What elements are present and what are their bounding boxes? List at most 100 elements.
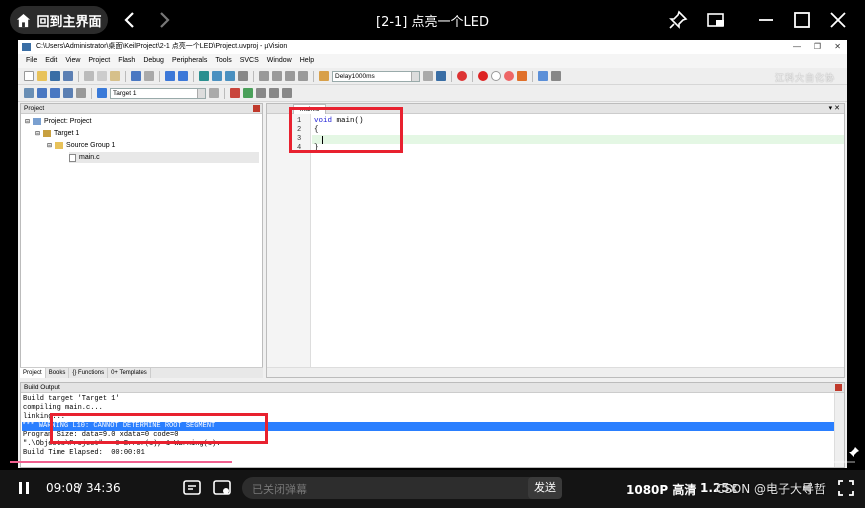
project-panel-tabs: Project Books {} Functions 0+ Templates <box>20 367 263 378</box>
target-combo-value: Target 1 <box>113 89 137 97</box>
pin-icon[interactable] <box>668 10 688 30</box>
annotation-box-code <box>289 107 403 153</box>
debug-start-icon <box>457 71 467 81</box>
tree-item-main-c: main.c <box>69 152 259 163</box>
cut-icon <box>84 71 94 81</box>
minimize-icon[interactable] <box>756 10 776 30</box>
target-dropdown-icon <box>197 88 205 98</box>
nav-back-icon <box>165 71 175 81</box>
undo-icon <box>131 71 141 81</box>
picture-in-picture-icon[interactable] <box>706 10 726 30</box>
manage-project-icon <box>230 88 240 98</box>
tab-books: Books <box>46 368 70 378</box>
menu-edit: Edit <box>45 57 58 64</box>
progress-fill <box>10 461 233 463</box>
toolbar-separator <box>224 87 225 99</box>
current-time: 09:08 <box>46 481 81 495</box>
build-output-header: Build Output <box>21 383 844 393</box>
ide-title-bar: C:\Users\Administrator\桌面\KeilProject\2-… <box>18 40 847 54</box>
project-panel-header: Project <box>21 104 262 114</box>
close-icon[interactable] <box>828 10 848 30</box>
tab-functions: {} Functions <box>69 368 109 378</box>
combo-dropdown-icon <box>411 71 419 81</box>
window-layout-icon <box>538 71 548 81</box>
c-file-icon <box>69 153 76 162</box>
toolbar-separator <box>472 70 473 82</box>
download-icon <box>97 88 107 98</box>
save-all-icon <box>63 71 73 81</box>
tree-item-label: main.c <box>79 154 100 161</box>
bookmark-icon <box>199 71 209 81</box>
build-icon <box>37 88 47 98</box>
csdn-watermark: CSDN @电子大导哲 <box>716 482 827 496</box>
video-frame[interactable]: C:\Users\Administrator\桌面\KeilProject\2-… <box>18 40 847 468</box>
paste-icon <box>110 71 120 81</box>
breakpoint-disable-icon <box>491 71 501 81</box>
folder-icon <box>55 142 64 149</box>
send-button[interactable]: 发送 <box>528 477 562 499</box>
toolbar-separator <box>532 70 533 82</box>
toolbar-separator <box>313 70 314 82</box>
open-folder-icon <box>37 71 47 81</box>
breakpoint-icon <box>478 71 488 81</box>
build-line: compiling main.c... <box>23 404 103 412</box>
copy-icon <box>97 71 107 81</box>
translate-icon <box>24 88 34 98</box>
save-icon <box>50 71 60 81</box>
find-combo: Delay1000ms <box>332 70 420 82</box>
manage-rte-icon <box>256 88 266 98</box>
search-icon <box>423 71 433 81</box>
fullscreen-icon[interactable] <box>836 478 856 498</box>
play-pause-icon[interactable] <box>14 478 34 498</box>
tutorial-watermark: 江科大自化协 <box>774 73 835 83</box>
indent-icon <box>259 71 269 81</box>
ide-close-icon: ✕ <box>834 42 841 51</box>
tree-collapse-icon: ⊟ <box>25 119 31 125</box>
menu-help: Help <box>299 57 315 64</box>
bookmark-next-icon <box>225 71 235 81</box>
quality-selector[interactable]: 1080P 高清 <box>626 481 696 498</box>
tab-project: Project <box>20 368 46 378</box>
menu-project: Project <box>88 57 111 64</box>
maximize-icon[interactable] <box>792 10 812 30</box>
project-panel: Project ⊟ Project: Project ⊟ Target 1 ⊟ … <box>20 103 263 378</box>
menu-peripherals: Peripherals <box>171 57 208 64</box>
ide-toolbar-1: Delay1000ms 江科大自化协 <box>18 68 847 85</box>
ide-window-title: C:\Users\Administrator\桌面\KeilProject\2-… <box>36 43 288 50</box>
configure-icon <box>551 71 561 81</box>
menu-file: File <box>26 57 38 64</box>
tree-item-label: Source Group 1 <box>66 142 116 149</box>
find-combo-value: Delay1000ms <box>335 72 375 80</box>
build-output-title: Build Output <box>24 384 60 391</box>
new-file-icon <box>24 71 34 81</box>
menu-svcs: SVCS <box>239 57 259 64</box>
toolbar-separator <box>159 70 160 82</box>
danmaku-input[interactable]: 已关闭弹幕 <box>242 477 562 499</box>
pin-small-icon <box>849 447 859 457</box>
bookmark-prev-icon <box>212 71 222 81</box>
unindent-icon <box>272 71 282 81</box>
tree-item-project: ⊟ Project: Project <box>25 116 92 127</box>
time-separator: / <box>78 481 83 495</box>
component-icon <box>282 88 292 98</box>
rebuild-icon <box>50 88 60 98</box>
menu-view: View <box>65 57 81 64</box>
target-combo: Target 1 <box>110 87 206 99</box>
tree-item-target: ⊟ Target 1 <box>35 128 79 139</box>
select-packs-icon <box>243 88 253 98</box>
nav-forward-icon <box>178 71 188 81</box>
danmaku-placeholder: 已关闭弹幕 <box>252 483 307 496</box>
menu-flash: Flash <box>118 57 136 64</box>
danmaku-settings-icon[interactable] <box>212 478 232 498</box>
editor-tab-menu-icon: ▾ ✕ <box>828 105 840 112</box>
ide-menu-bar: File Edit View Project Flash Debug Perip… <box>18 54 847 68</box>
editor-horizontal-scrollbar <box>267 367 844 377</box>
video-title: [2-1] 点亮一个LED <box>376 15 489 30</box>
target-options-icon <box>209 88 219 98</box>
tab-templates: 0+ Templates <box>108 368 151 378</box>
stop-build-icon <box>76 88 86 98</box>
build-panel-close-icon <box>835 384 842 391</box>
toolbar-separator <box>253 70 254 82</box>
danmaku-toggle-icon[interactable] <box>182 478 202 498</box>
menu-debug: Debug <box>143 57 164 64</box>
